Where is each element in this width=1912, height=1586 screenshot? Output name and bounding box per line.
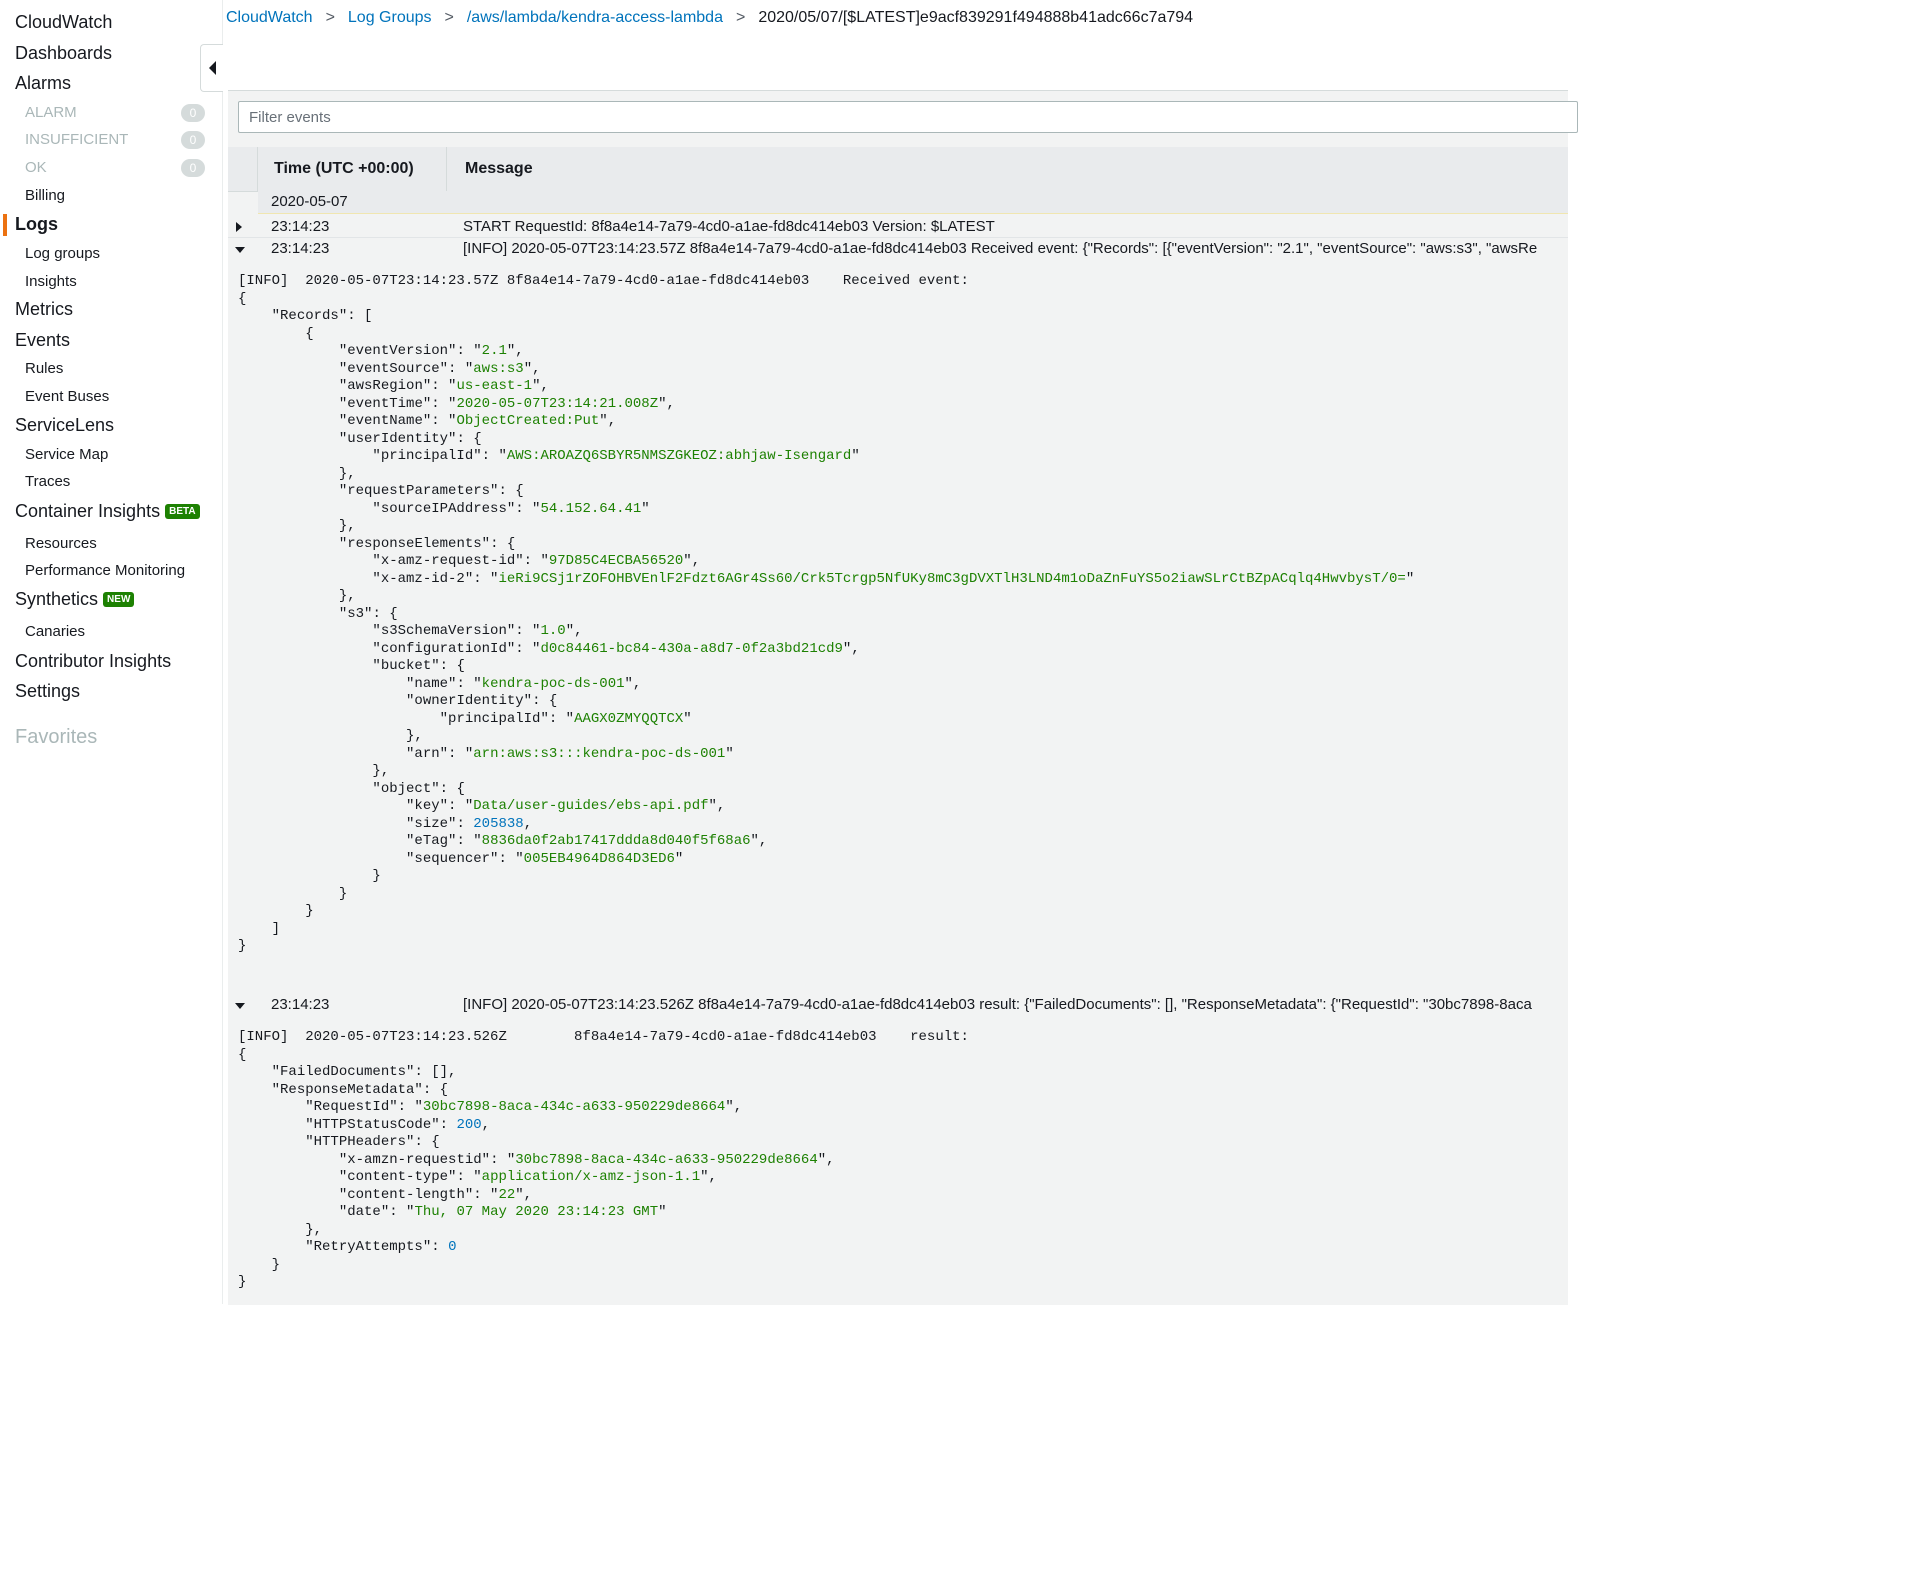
collapse-icon[interactable]	[235, 247, 245, 253]
sidebar-item-resources[interactable]: Resources	[25, 535, 97, 552]
json-value: 30bc7898-8aca-434c-a633-950229de8664	[422, 1099, 726, 1115]
row-time: 23:14:23	[271, 218, 330, 235]
json-number: 0	[448, 1239, 457, 1255]
sidebar-item-settings[interactable]: Settings	[15, 681, 80, 702]
json-value: 005EB4964D864D3ED6	[523, 850, 675, 867]
table-row[interactable]: 23:14:23 [INFO] 2020-05-07T23:14:23.57Z …	[228, 238, 1568, 260]
collapse-icon[interactable]	[235, 1003, 245, 1009]
sidebar-item-insights[interactable]: Insights	[25, 273, 77, 290]
sidebar-item-alarms[interactable]: Alarms	[15, 73, 71, 94]
column-divider[interactable]	[446, 147, 447, 191]
active-indicator	[3, 214, 7, 236]
sidebar-item-cloudwatch[interactable]: CloudWatch	[15, 12, 112, 33]
table-header: Time (UTC +00:00) Message	[228, 147, 1568, 192]
event-header: [INFO] 2020-05-07T23:14:23.526Z 8f8a4e14…	[238, 1029, 969, 1045]
expanded-event-json: [INFO] 2020-05-07T23:14:23.57Z 8f8a4e14-…	[238, 273, 1415, 954]
json-value: Data/user-guides/ebs-api.pdf	[473, 798, 709, 814]
sidebar-item-billing[interactable]: Billing	[25, 187, 65, 204]
row-time: 23:14:23	[271, 240, 330, 257]
sidebar-item-container-insights[interactable]: Container Insights BETA	[15, 501, 200, 522]
json-value: 97D85C4ECBA56520	[548, 553, 684, 569]
sidebar-item-ok-state[interactable]: OK	[25, 159, 47, 176]
json-value: 2020-05-07T23:14:21.008Z	[456, 395, 659, 412]
json-value: 54.152.64.41	[540, 500, 642, 517]
sidebar-item-service-map[interactable]: Service Map	[25, 446, 108, 463]
filter-events-input[interactable]	[238, 101, 1578, 133]
column-divider	[257, 147, 258, 191]
log-events-panel: Time (UTC +00:00) Message 2020-05-07 23:…	[228, 90, 1578, 1305]
expand-icon[interactable]	[236, 222, 242, 232]
breadcrumb-log-groups[interactable]: Log Groups	[348, 9, 432, 26]
row-message: START RequestId: 8f8a4e14-7a79-4cd0-a1ae…	[463, 218, 995, 235]
sidebar-item-canaries[interactable]: Canaries	[25, 623, 85, 640]
json-value: kendra-poc-ds-001	[481, 675, 625, 692]
json-value: AWS:AROAZQ6SBYR5NMSZGKEOZ:abhjaw-Isengar…	[506, 448, 852, 464]
sidebar: CloudWatch Dashboards Alarms ALARM 0 INS…	[0, 0, 223, 1304]
sidebar-item-logs[interactable]: Logs	[15, 214, 58, 235]
column-header-time[interactable]: Time (UTC +00:00)	[274, 160, 414, 178]
favorites-heading: Favorites	[15, 726, 98, 748]
ok-count-badge: 0	[181, 159, 205, 177]
sidebar-item-performance-monitoring[interactable]: Performance Monitoring	[25, 562, 185, 579]
sidebar-item-traces[interactable]: Traces	[25, 473, 70, 490]
row-time: 23:14:23	[271, 996, 330, 1013]
breadcrumb-cloudwatch[interactable]: CloudWatch	[226, 9, 313, 26]
collapse-sidebar-button[interactable]	[200, 44, 223, 92]
synthetics-label: Synthetics	[15, 589, 99, 609]
json-value: ieRi9CSj1rZOFOHBVEnlF2Fdzt6AGr4Ss60/Crk5…	[498, 570, 1406, 587]
json-value: application/x-amz-json-1.1	[481, 1169, 701, 1185]
event-header: [INFO] 2020-05-07T23:14:23.57Z 8f8a4e14-…	[238, 273, 969, 289]
json-value: 1.0	[540, 623, 566, 639]
json-value: ObjectCreated:Put	[456, 413, 600, 429]
json-value: arn:aws:s3:::kendra-poc-ds-001	[473, 745, 726, 762]
json-value: 2.1	[481, 343, 507, 359]
json-value: 30bc7898-8aca-434c-a633-950229de8664	[515, 1151, 818, 1168]
chevron-right-icon: >	[735, 9, 746, 26]
insufficient-count-badge: 0	[181, 131, 205, 149]
breadcrumb-log-group[interactable]: /aws/lambda/kendra-access-lambda	[467, 9, 723, 26]
caret-left-icon	[209, 61, 216, 75]
sidebar-item-event-buses[interactable]: Event Buses	[25, 388, 109, 405]
table-row[interactable]: 23:14:23 START RequestId: 8f8a4e14-7a79-…	[228, 216, 1568, 238]
json-number: 200	[456, 1116, 482, 1133]
sidebar-item-log-groups[interactable]: Log groups	[25, 245, 100, 262]
sidebar-item-servicelens[interactable]: ServiceLens	[15, 415, 114, 436]
column-header-message[interactable]: Message	[465, 160, 533, 178]
json-value: 22	[498, 1186, 516, 1203]
table-row[interactable]: 23:14:23 [INFO] 2020-05-07T23:14:23.526Z…	[228, 994, 1568, 1016]
breadcrumb: CloudWatch > Log Groups > /aws/lambda/kendra…	[226, 9, 1193, 27]
json-value: us-east-1	[456, 378, 533, 394]
json-value: AAGX0ZMYQQTCX	[574, 710, 684, 727]
alarm-count-badge: 0	[181, 104, 205, 122]
json-value: Thu, 07 May 2020 23:14:23 GMT	[414, 1204, 659, 1220]
date-group-row: 2020-05-07	[258, 191, 1568, 214]
row-message: [INFO] 2020-05-07T23:14:23.526Z 8f8a4e14…	[463, 996, 1532, 1013]
json-value: d0c84461-bc84-430a-a8d7-0f2a3bd21cd9	[540, 640, 843, 657]
chevron-right-icon: >	[444, 9, 454, 26]
new-badge: NEW	[103, 592, 135, 607]
sidebar-item-contributor-insights[interactable]: Contributor Insights	[15, 651, 171, 672]
sidebar-item-rules[interactable]: Rules	[25, 360, 63, 377]
sidebar-item-synthetics[interactable]: Synthetics NEW	[15, 589, 135, 610]
json-number: 205838	[473, 815, 524, 832]
sidebar-item-alarm-state[interactable]: ALARM	[25, 104, 77, 121]
sidebar-item-dashboards[interactable]: Dashboards	[15, 43, 112, 64]
beta-badge: BETA	[165, 504, 200, 519]
json-value: 8836da0f2ab17417ddda8d040f5f68a6	[481, 833, 751, 849]
sidebar-item-events[interactable]: Events	[15, 330, 70, 351]
sidebar-item-insufficient-state[interactable]: INSUFFICIENT	[25, 131, 128, 148]
container-insights-label: Container Insights	[15, 501, 161, 521]
breadcrumb-log-stream: 2020/05/07/[$LATEST]e9acf839291f494888b4…	[758, 9, 1194, 26]
chevron-right-icon: >	[325, 9, 335, 26]
json-value: aws:s3	[473, 360, 524, 377]
date-label: 2020-05-07	[271, 193, 348, 210]
row-message: [INFO] 2020-05-07T23:14:23.57Z 8f8a4e14-…	[463, 240, 1538, 257]
sidebar-item-metrics[interactable]: Metrics	[15, 299, 73, 320]
expanded-result-json: [INFO] 2020-05-07T23:14:23.526Z 8f8a4e14…	[238, 1029, 969, 1290]
